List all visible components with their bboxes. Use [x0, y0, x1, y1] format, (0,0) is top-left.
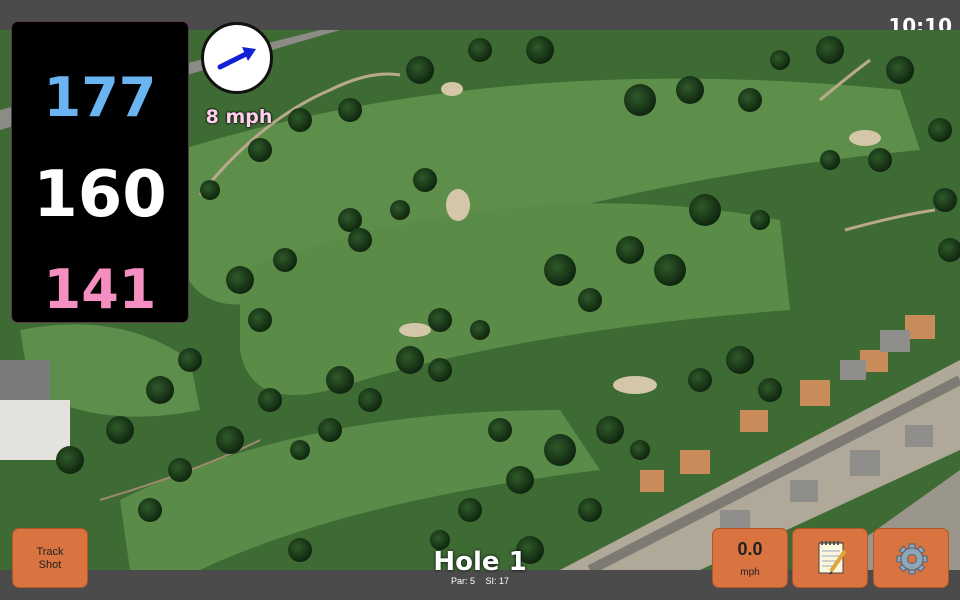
hole-stroke-index: SI: 17 [485, 576, 510, 586]
distance-middle-value: 160 [33, 158, 167, 232]
notes-button[interactable] [792, 528, 868, 588]
distance-panel: 177 160 141 [12, 22, 188, 322]
arrow-right-icon [217, 47, 256, 70]
speed-value: 0.0 [737, 539, 763, 559]
hole-par: Par: 5 [450, 576, 475, 586]
wind-speed-label: 8 mph [205, 106, 273, 128]
speed-unit: mph [740, 567, 760, 578]
track-shot-label-line1: Track [36, 546, 64, 558]
track-shot-button[interactable]: Track Shot [12, 528, 88, 588]
notepad-icon [818, 541, 847, 575]
settings-button[interactable] [873, 528, 949, 588]
gear-icon [896, 543, 928, 575]
hole-title: Hole 1 [433, 547, 527, 577]
speed-button[interactable]: 0.0 mph [712, 528, 788, 588]
distance-front-value: 141 [43, 258, 157, 321]
hole-info[interactable]: Hole 1 Par: 5 SI: 17 [380, 548, 580, 587]
wind-direction-dial[interactable] [201, 22, 273, 94]
hole-meta: Par: 5 SI: 17 [380, 576, 580, 587]
distance-back-value: 177 [43, 66, 157, 129]
track-shot-label-line2: Shot [38, 559, 62, 571]
